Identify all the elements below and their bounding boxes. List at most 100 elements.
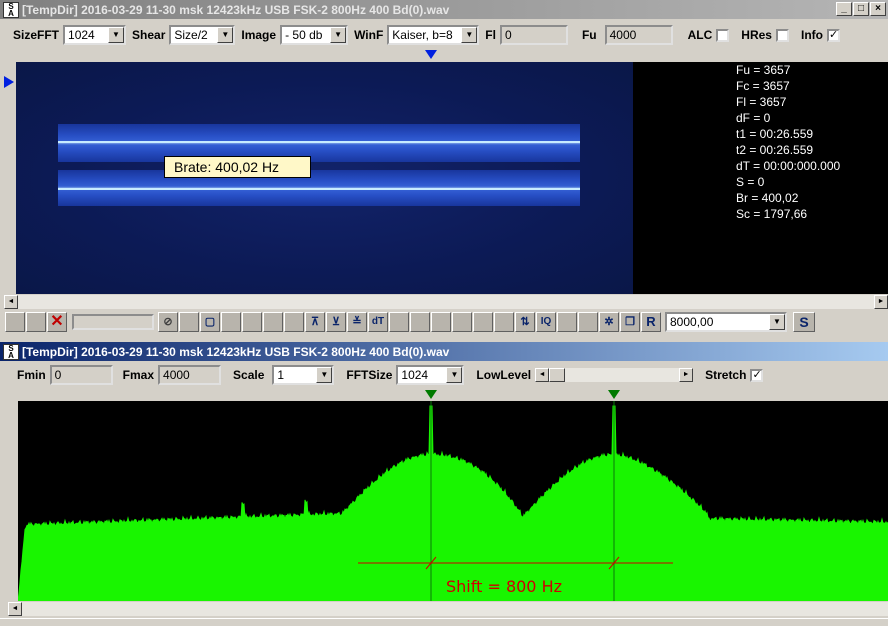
- shear-select[interactable]: Size/2 ▼: [169, 25, 236, 45]
- fftsize-select[interactable]: 1024 ▼: [396, 365, 465, 385]
- slider-left-icon[interactable]: ◄: [535, 368, 550, 382]
- hres-label: HRes: [741, 28, 772, 42]
- spectrogram-window: SA [TempDir] 2016-03-29 11-30 msk 12423k…: [0, 0, 888, 336]
- close-button[interactable]: ×: [870, 2, 886, 16]
- tool-stop-icon[interactable]: ⊘: [158, 312, 178, 332]
- winf-label: WinF: [354, 28, 384, 42]
- info-panel: Fu = 3657 Fc = 3657 Fl = 3657 dF = 0 t1 …: [633, 62, 888, 294]
- tool-gear-icon[interactable]: ✲: [599, 312, 619, 332]
- fmax-field[interactable]: 4000: [158, 365, 222, 385]
- chevron-down-icon[interactable]: ▼: [217, 27, 234, 43]
- tool-marker-down-icon[interactable]: ⊻: [326, 312, 346, 332]
- fu-label: Fu: [581, 28, 597, 42]
- spectrogram-band-upper: [58, 124, 580, 162]
- scroll-left-icon[interactable]: ◄: [4, 295, 18, 309]
- chevron-down-icon[interactable]: ▼: [108, 27, 125, 43]
- tool-save-icon[interactable]: [26, 312, 46, 332]
- tool-swap-icon[interactable]: ⇅: [515, 312, 535, 332]
- tool-k-icon[interactable]: [557, 312, 577, 332]
- spectrum-titlebar[interactable]: SA [TempDir] 2016-03-29 11-30 msk 12423k…: [0, 342, 888, 361]
- sizefft-select[interactable]: 1024 ▼: [63, 25, 127, 45]
- fmax-label: Fmax: [122, 368, 155, 382]
- spectrogram-controls: SizeFFT 1024 ▼ Shear Size/2 ▼ Image - 50…: [0, 22, 888, 48]
- chevron-down-icon[interactable]: ▼: [446, 367, 463, 383]
- tool-i-icon[interactable]: [473, 312, 493, 332]
- slider-right-icon[interactable]: ►: [679, 368, 694, 382]
- hres-checkbox[interactable]: [775, 28, 789, 42]
- spectrogram-titlebar[interactable]: SA [TempDir] 2016-03-29 11-30 msk 12423k…: [0, 0, 888, 19]
- tool-e-icon[interactable]: [389, 312, 409, 332]
- tool-d-icon[interactable]: [284, 312, 304, 332]
- scroll-right-icon[interactable]: ►: [874, 295, 888, 309]
- tool-frame-icon[interactable]: ▢: [200, 312, 220, 332]
- tool-g-icon[interactable]: [431, 312, 451, 332]
- shift-label: Shift = 800 Hz: [446, 577, 562, 596]
- tool-l-icon[interactable]: [578, 312, 598, 332]
- tool-open-icon[interactable]: [5, 312, 25, 332]
- alc-label: ALC: [687, 28, 713, 42]
- s-button[interactable]: S: [793, 312, 815, 332]
- sample-rate-value: 8000,00: [670, 315, 714, 329]
- spectrogram-scrollbar[interactable]: ◄ ►: [4, 295, 888, 309]
- row-marker-icon[interactable]: [4, 76, 14, 88]
- app-icon: SA: [3, 343, 19, 360]
- info-fu: Fu = 3657: [736, 63, 791, 77]
- fl-field[interactable]: 0: [499, 25, 568, 45]
- tool-f-icon[interactable]: [410, 312, 430, 332]
- spectrogram-display[interactable]: [16, 62, 633, 294]
- time-marker-icon[interactable]: [425, 50, 437, 60]
- alc-checkbox[interactable]: [716, 28, 730, 42]
- scale-select[interactable]: 1 ▼: [272, 365, 335, 385]
- slider-thumb[interactable]: [549, 368, 566, 382]
- tool-copy-icon[interactable]: ❐: [620, 312, 640, 332]
- sizefft-label: SizeFFT: [13, 28, 60, 42]
- spectrum-display[interactable]: Shift = 800 Hz: [18, 401, 888, 601]
- tool-marker-up-icon[interactable]: ⊼: [305, 312, 325, 332]
- winf-value: Kaiser, b=8: [392, 28, 453, 42]
- app-icon: SA: [3, 1, 19, 18]
- minimize-button[interactable]: _: [836, 2, 852, 16]
- chevron-down-icon[interactable]: ▼: [461, 27, 478, 43]
- sizefft-value: 1024: [68, 28, 95, 42]
- chevron-down-icon[interactable]: ▼: [316, 367, 333, 383]
- tool-c-icon[interactable]: [263, 312, 283, 332]
- chevron-down-icon[interactable]: ▼: [769, 314, 785, 330]
- baud-rate-tooltip: Brate: 400,02 Hz: [164, 156, 311, 178]
- fmin-field[interactable]: 0: [49, 365, 113, 385]
- shear-label: Shear: [132, 28, 166, 42]
- stretch-checkbox[interactable]: ✓: [750, 368, 764, 382]
- info-df: dF = 0: [736, 111, 771, 125]
- fftsize-value: 1024: [401, 368, 429, 382]
- tool-iq-button[interactable]: IQ: [536, 312, 556, 332]
- tool-h-icon[interactable]: [452, 312, 472, 332]
- tool-rewind-icon[interactable]: [179, 312, 199, 332]
- lowlevel-slider[interactable]: ◄ ►: [535, 368, 694, 382]
- image-select[interactable]: - 50 db ▼: [280, 25, 349, 45]
- sample-rate-select[interactable]: 8000,00 ▼: [665, 312, 787, 332]
- spectrogram-line-lower: [58, 188, 580, 190]
- chevron-down-icon[interactable]: ▼: [330, 27, 347, 43]
- tool-marker-both-icon[interactable]: ≚: [347, 312, 367, 332]
- winf-select[interactable]: Kaiser, b=8 ▼: [387, 25, 480, 45]
- info-t1: t1 = 00:26.559: [736, 127, 814, 141]
- info-sc: Sc = 1797,66: [736, 207, 808, 221]
- marker-2-icon[interactable]: [608, 390, 620, 400]
- tool-b-icon[interactable]: [242, 312, 262, 332]
- tool-r-button[interactable]: R: [641, 312, 661, 332]
- marker-1-icon[interactable]: [425, 390, 437, 400]
- info-checkbox[interactable]: ✓: [826, 28, 840, 42]
- info-s: S = 0: [736, 175, 765, 189]
- tool-a-icon[interactable]: [221, 312, 241, 332]
- fu-field[interactable]: 4000: [604, 25, 673, 45]
- maximize-button[interactable]: □: [853, 2, 869, 16]
- tool-j-icon[interactable]: [494, 312, 514, 332]
- progress-field: [72, 314, 154, 330]
- scale-label: Scale: [233, 368, 265, 382]
- scroll-left-icon[interactable]: ◄: [8, 602, 22, 616]
- spectrum-scrollbar[interactable]: ◄: [8, 602, 888, 616]
- window-buttons: _ □ ×: [835, 2, 886, 16]
- info-dt: dT = 00:00:000.000: [736, 159, 841, 173]
- image-label: Image: [241, 28, 277, 42]
- tool-clear-icon[interactable]: ✕: [47, 312, 67, 332]
- tool-dt-button[interactable]: dT: [368, 312, 388, 332]
